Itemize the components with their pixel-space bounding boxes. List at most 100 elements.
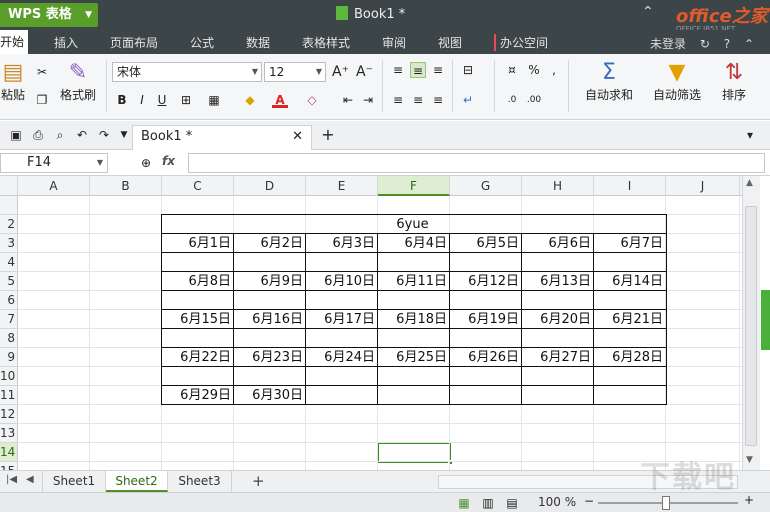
- normal-view-icon[interactable]: ▦: [456, 495, 472, 511]
- thousands-icon[interactable]: ,: [546, 62, 562, 78]
- cut-icon[interactable]: ✂: [34, 64, 50, 80]
- column-header-A[interactable]: A: [18, 176, 90, 196]
- calendar-title-cell[interactable]: 6yue: [162, 215, 666, 234]
- scroll-up-icon[interactable]: ▲: [746, 178, 753, 188]
- sort-button[interactable]: ⇅ 排序: [714, 60, 754, 103]
- font-size-select[interactable]: 12 ▼: [264, 62, 326, 82]
- column-header-I[interactable]: I: [594, 176, 666, 196]
- date-cell[interactable]: [306, 386, 378, 405]
- page-break-view-icon[interactable]: ▤: [504, 495, 520, 511]
- align-left-icon[interactable]: ≡: [390, 92, 406, 108]
- row-header-5[interactable]: 5: [0, 272, 18, 291]
- zoom-formula-icon[interactable]: ⊕: [138, 155, 154, 171]
- date-cell[interactable]: 6月14日: [594, 272, 666, 291]
- function-icon[interactable]: fx: [162, 154, 175, 168]
- date-cell[interactable]: 6月16日: [234, 310, 306, 329]
- date-cell[interactable]: 6月24日: [306, 348, 378, 367]
- align-center-icon[interactable]: ≡: [410, 92, 426, 108]
- date-cell[interactable]: 6月7日: [594, 234, 666, 253]
- clear-format-icon[interactable]: ◇: [304, 92, 320, 108]
- undo-icon[interactable]: ↶: [74, 127, 90, 143]
- date-cell[interactable]: 6月20日: [522, 310, 594, 329]
- column-header-C[interactable]: C: [162, 176, 234, 196]
- date-cell[interactable]: 6月19日: [450, 310, 522, 329]
- date-cell[interactable]: 6月5日: [450, 234, 522, 253]
- date-cell[interactable]: [450, 386, 522, 405]
- row-header-9[interactable]: 9: [0, 348, 18, 367]
- tab-page-layout[interactable]: 页面布局: [110, 34, 158, 51]
- collapse-ribbon-icon[interactable]: ⌃: [744, 37, 754, 51]
- date-cell[interactable]: 6月9日: [234, 272, 306, 291]
- align-middle-icon[interactable]: ≡: [410, 62, 426, 78]
- column-header-B[interactable]: B: [90, 176, 162, 196]
- row-header-12[interactable]: 12: [0, 405, 18, 424]
- font-name-select[interactable]: 宋体 ▼: [112, 62, 262, 82]
- zoom-out-icon[interactable]: −: [584, 494, 594, 508]
- formula-input[interactable]: [188, 153, 765, 173]
- document-tab[interactable]: Book1 * ✕: [132, 125, 312, 150]
- close-icon[interactable]: ✕: [292, 126, 303, 148]
- row-header-7[interactable]: 7: [0, 310, 18, 329]
- row-header-10[interactable]: 10: [0, 367, 18, 386]
- decrease-font-icon[interactable]: A⁻: [356, 64, 373, 80]
- side-panel-handle[interactable]: [761, 290, 770, 350]
- underline-icon[interactable]: U: [154, 92, 170, 108]
- date-cell[interactable]: 6月26日: [450, 348, 522, 367]
- align-top-icon[interactable]: ≡: [390, 62, 406, 78]
- fill-color-icon[interactable]: ◆: [242, 92, 258, 108]
- help-icon[interactable]: ?: [724, 37, 730, 51]
- date-cell[interactable]: 6月10日: [306, 272, 378, 291]
- row-header-8[interactable]: 8: [0, 329, 18, 348]
- sheet-tab-3[interactable]: Sheet3: [168, 471, 232, 492]
- column-header-G[interactable]: G: [450, 176, 522, 196]
- row-header-11[interactable]: 11: [0, 386, 18, 405]
- indent-decrease-icon[interactable]: ⇤: [340, 92, 356, 108]
- row-header-4[interactable]: 4: [0, 253, 18, 272]
- date-cell[interactable]: 6月12日: [450, 272, 522, 291]
- date-cell[interactable]: 6月27日: [522, 348, 594, 367]
- date-cell[interactable]: 6月29日: [162, 386, 234, 405]
- row-header-2[interactable]: 2: [0, 215, 18, 234]
- vertical-scroll-thumb[interactable]: [745, 206, 757, 446]
- currency-icon[interactable]: ¤: [504, 62, 520, 78]
- date-cell[interactable]: 6月15日: [162, 310, 234, 329]
- date-cell[interactable]: 6月23日: [234, 348, 306, 367]
- prev-sheet-icon[interactable]: ◀: [26, 474, 34, 485]
- tab-review[interactable]: 审阅: [382, 34, 406, 51]
- date-cell[interactable]: 6月11日: [378, 272, 450, 291]
- redo-icon[interactable]: ↷: [96, 127, 112, 143]
- add-sheet-icon[interactable]: +: [252, 472, 265, 490]
- column-header-D[interactable]: D: [234, 176, 306, 196]
- date-cell[interactable]: 6月6日: [522, 234, 594, 253]
- wrap-text-icon[interactable]: ↵: [460, 92, 476, 108]
- align-bottom-icon[interactable]: ≡: [430, 62, 446, 78]
- column-header-J[interactable]: J: [666, 176, 740, 196]
- indent-increase-icon[interactable]: ⇥: [360, 92, 376, 108]
- save-icon[interactable]: ▣: [8, 127, 24, 143]
- row-header-top[interactable]: [0, 196, 18, 215]
- tab-office-space[interactable]: 办公空间: [494, 34, 548, 51]
- tab-formulas[interactable]: 公式: [190, 34, 214, 51]
- refresh-icon[interactable]: ↻: [700, 37, 710, 51]
- autofilter-button[interactable]: ▼ 自动筛选: [646, 60, 708, 103]
- tab-data[interactable]: 数据: [246, 34, 270, 51]
- tab-insert[interactable]: 插入: [54, 34, 78, 51]
- increase-decimal-icon[interactable]: .0: [504, 92, 520, 108]
- bold-icon[interactable]: B: [114, 92, 130, 108]
- date-cell[interactable]: 6月21日: [594, 310, 666, 329]
- column-header-F[interactable]: F: [378, 176, 450, 196]
- select-all-corner[interactable]: [0, 176, 18, 196]
- paste-button[interactable]: ▤ 粘贴: [0, 60, 26, 103]
- quick-access-dropdown-icon[interactable]: ▼: [116, 127, 132, 143]
- copy-icon[interactable]: ❐: [34, 92, 50, 108]
- row-header-6[interactable]: 6: [0, 291, 18, 310]
- date-cell[interactable]: 6月1日: [162, 234, 234, 253]
- date-cell[interactable]: 6月25日: [378, 348, 450, 367]
- decrease-decimal-icon[interactable]: .00: [526, 92, 542, 108]
- date-cell[interactable]: 6月18日: [378, 310, 450, 329]
- zoom-in-icon[interactable]: +: [744, 493, 754, 507]
- italic-icon[interactable]: I: [134, 92, 150, 108]
- date-cell[interactable]: 6月22日: [162, 348, 234, 367]
- new-tab-icon[interactable]: +: [320, 127, 336, 143]
- date-cell[interactable]: 6月28日: [594, 348, 666, 367]
